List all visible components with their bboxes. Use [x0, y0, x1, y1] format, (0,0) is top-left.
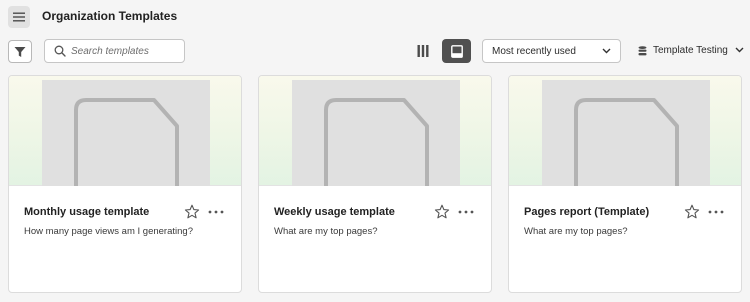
sort-dropdown[interactable]: Most recently used [482, 39, 621, 63]
card-description: How many page views am I generating? [24, 226, 193, 237]
thumbnail-placeholder [292, 80, 460, 186]
template-card[interactable]: Pages report (Template) What are my top … [508, 75, 742, 293]
columns-view-icon [417, 45, 428, 57]
more-options-icon[interactable] [707, 204, 725, 220]
card-thumbnail [509, 76, 741, 186]
database-icon [638, 46, 647, 56]
card-title: Pages report (Template) [524, 206, 650, 218]
card-title: Monthly usage template [24, 206, 150, 218]
template-card[interactable]: Monthly usage template How many page vie… [8, 75, 242, 293]
search-input[interactable] [71, 43, 181, 59]
card-description: What are my top pages? [524, 226, 628, 237]
star-icon[interactable] [684, 204, 700, 220]
columns-view-button[interactable] [408, 39, 437, 63]
document-placeholder-icon [74, 98, 179, 186]
app-root: Organization Templates Most recently use… [0, 0, 750, 302]
document-placeholder-icon [574, 98, 679, 186]
more-options-icon[interactable] [207, 204, 225, 220]
workspace-label: Template Testing [653, 45, 728, 56]
page-header: Organization Templates [0, 0, 750, 34]
more-options-icon[interactable] [457, 204, 475, 220]
chevron-down-icon [735, 47, 744, 53]
star-icon[interactable] [184, 204, 200, 220]
card-description: What are my top pages? [274, 226, 378, 237]
menu-button[interactable] [8, 6, 30, 28]
card-title: Weekly usage template [274, 206, 395, 218]
filter-icon [14, 46, 26, 57]
card-thumbnail [9, 76, 241, 186]
workspace-selector[interactable]: Template Testing [636, 39, 744, 63]
search-icon [54, 45, 66, 57]
sort-selected-label: Most recently used [492, 46, 576, 57]
card-view-icon [450, 44, 463, 58]
chevron-down-icon [602, 48, 611, 54]
card-thumbnail [259, 76, 491, 186]
filter-button[interactable] [8, 40, 32, 63]
card-view-button[interactable] [442, 39, 471, 63]
page-title: Organization Templates [42, 9, 178, 23]
thumbnail-placeholder [42, 80, 210, 186]
document-placeholder-icon [324, 98, 429, 186]
search-field[interactable] [44, 39, 185, 63]
thumbnail-placeholder [542, 80, 710, 186]
template-card[interactable]: Weekly usage template What are my top pa… [258, 75, 492, 293]
star-icon[interactable] [434, 204, 450, 220]
hamburger-menu-icon [13, 12, 25, 22]
